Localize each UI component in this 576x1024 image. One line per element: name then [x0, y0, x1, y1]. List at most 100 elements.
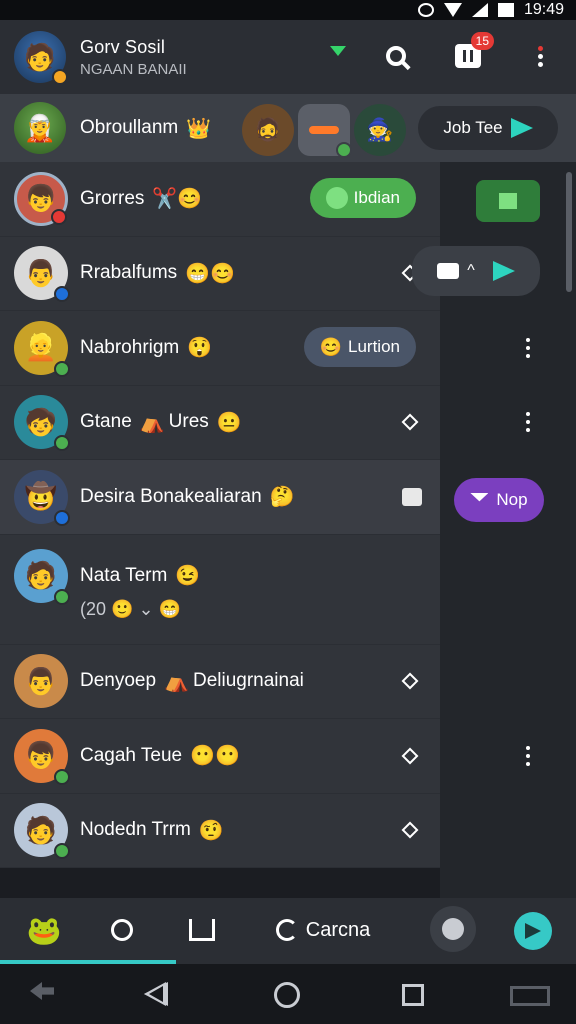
- chevron-up-icon: ^: [467, 262, 475, 279]
- nav-notifications[interactable]: [430, 906, 476, 952]
- chat-name: Gtane: [80, 411, 132, 433]
- header-title: Gorv Sosil: [80, 36, 166, 57]
- chat-tag-label: Ibdian: [353, 188, 400, 207]
- nav-home[interactable]: [182, 910, 222, 950]
- chat-row[interactable]: 👨 Denyoep ⛺ Deliugrnainai: [0, 644, 440, 719]
- emoji-icon: 🤔: [269, 486, 295, 509]
- archive-icon[interactable]: [402, 487, 422, 506]
- job-tee-label: Job Tee: [443, 118, 503, 137]
- scrollbar[interactable]: [566, 172, 572, 292]
- chat-avatar: 👨: [14, 654, 68, 709]
- pin-icon: [111, 919, 133, 941]
- chat-avatar: 👦: [14, 171, 68, 226]
- more-vertical-icon: [537, 53, 543, 59]
- inbox-button[interactable]: 15: [448, 32, 494, 76]
- chat-avatar: 👨: [14, 246, 70, 303]
- header-titles[interactable]: Gorv Sosil NGAAN BANAII: [80, 37, 187, 78]
- pinned-avatar[interactable]: 🧝: [14, 102, 66, 154]
- chat-tag[interactable]: Ibdian: [309, 178, 416, 218]
- chat-avatar: 🤠: [14, 469, 70, 526]
- bell-icon: [442, 918, 464, 940]
- status-time: 19:49: [523, 1, 564, 18]
- app-header: 🧑 Gorv Sosil NGAAN BANAII 15: [0, 20, 576, 94]
- screenshot-icon[interactable]: [510, 986, 550, 1006]
- more-vertical-icon[interactable]: [526, 753, 530, 758]
- status-badge: [54, 509, 70, 526]
- chat-name: Nabrohrigm: [80, 336, 180, 358]
- more-vertical-icon[interactable]: [526, 345, 530, 350]
- chat-name: Cagah Teue: [80, 744, 183, 766]
- nop-label: Nop: [496, 490, 528, 509]
- emoji-icon: 🤨: [198, 819, 224, 842]
- chat-row[interactable]: 🧒 Gtane ⛺ Ures 😐: [0, 385, 530, 460]
- home-icon: [189, 919, 215, 941]
- status-bar: 19:49: [0, 0, 576, 20]
- recents-square-icon[interactable]: [402, 984, 424, 1006]
- profile-avatar[interactable]: 🧑: [14, 31, 68, 85]
- send-icon: [510, 118, 533, 138]
- send-icon: [525, 923, 541, 939]
- chat-tag[interactable]: 😊 Lurtion: [303, 327, 416, 367]
- chat-name: Nata Term: [80, 564, 168, 586]
- chat-row[interactable]: 🧑 Nata Term 😉 (20 🙂 ⌄ 😁: [0, 534, 440, 645]
- pinned-chat-bar[interactable]: 🧝 Obroullanm 👑 🧔 🧙 Job Tee: [0, 94, 576, 162]
- online-badge: [54, 360, 70, 377]
- diamond-icon[interactable]: [401, 821, 419, 839]
- emoji-icon: 😊: [319, 336, 343, 357]
- notification-badge: 15: [470, 32, 494, 50]
- diamond-icon[interactable]: [401, 747, 419, 765]
- chat-row[interactable]: 🧑 Nodedn Trrm 🤨: [0, 793, 440, 868]
- nav-chat-label: Carcna: [305, 918, 371, 941]
- emoji-icon: 😉: [175, 565, 201, 587]
- chat-bubble-icon: [325, 187, 348, 209]
- online-badge: [54, 843, 70, 860]
- emoji-icon: 😶😶: [190, 745, 240, 768]
- emoji-icon: ✂️😊: [152, 188, 203, 211]
- story-avatar-1[interactable]: 🧔: [242, 104, 294, 156]
- nav-chat[interactable]: Carcna: [258, 910, 388, 950]
- emoji-icon: 😐: [216, 411, 242, 434]
- online-badge: [336, 142, 352, 158]
- search-button[interactable]: [376, 36, 416, 76]
- chat-name-suffix: Ures: [168, 411, 209, 433]
- dropdown-arrow-icon[interactable]: [330, 46, 346, 56]
- send-icon: [492, 261, 515, 281]
- story-avatar-3[interactable]: 🧙: [354, 104, 406, 156]
- chat-preview: (20 🙂 ⌄ 😁: [80, 599, 181, 620]
- compose-actions[interactable]: ^: [412, 246, 540, 296]
- emoji-icon: 😲: [187, 337, 213, 360]
- nav-home-emoji[interactable]: 🐸: [24, 910, 64, 950]
- signal-icon: [471, 3, 488, 17]
- chat-row[interactable]: 🤠 Desira Bonakealiaran 🤔: [0, 460, 440, 535]
- header-subtitle: NGAAN BANAII: [80, 60, 187, 78]
- refresh-icon: [275, 919, 298, 941]
- chat-name-suffix: Deliugrnainai: [192, 670, 304, 692]
- job-tee-button[interactable]: Job Tee: [418, 106, 558, 150]
- online-badge: [54, 768, 70, 785]
- chat-row[interactable]: 👦 Grorres ✂️😊 Ibdian: [0, 162, 440, 237]
- emoji-icon: ⛺: [139, 411, 165, 434]
- emoji-icon: 🙂 ⌄ 😁: [111, 598, 181, 619]
- system-nav-bar: [0, 964, 576, 1024]
- alarm-icon: [417, 3, 434, 17]
- back-arrow-icon[interactable]: [30, 982, 56, 1008]
- chat-avatar: 🧒: [14, 395, 70, 452]
- more-menu-button[interactable]: [520, 36, 560, 76]
- nop-button[interactable]: Nop: [454, 478, 544, 522]
- chat-row[interactable]: 👦 Cagah Teue 😶😶: [0, 719, 530, 794]
- diamond-icon[interactable]: [401, 413, 419, 431]
- chat-row[interactable]: 👨 Rrabalfums 😁😊: [0, 236, 440, 311]
- story-avatar-2[interactable]: [298, 104, 352, 158]
- nav-explore[interactable]: [102, 910, 142, 950]
- chat-row[interactable]: 👱 Nabrohrigm 😲 😊 Lurtion: [0, 311, 530, 386]
- gift-button[interactable]: [476, 180, 540, 222]
- mail-icon: [470, 493, 489, 502]
- keyboard-icon: [437, 263, 460, 279]
- home-circle-icon[interactable]: [274, 982, 300, 1008]
- bottom-nav: 🐸 Carcna: [0, 898, 576, 964]
- search-icon: [386, 46, 406, 66]
- back-triangle-icon[interactable]: [144, 982, 170, 1008]
- chat-tag-label: Lurtion: [348, 337, 400, 356]
- diamond-icon[interactable]: [401, 672, 419, 690]
- nav-share[interactable]: [514, 912, 552, 950]
